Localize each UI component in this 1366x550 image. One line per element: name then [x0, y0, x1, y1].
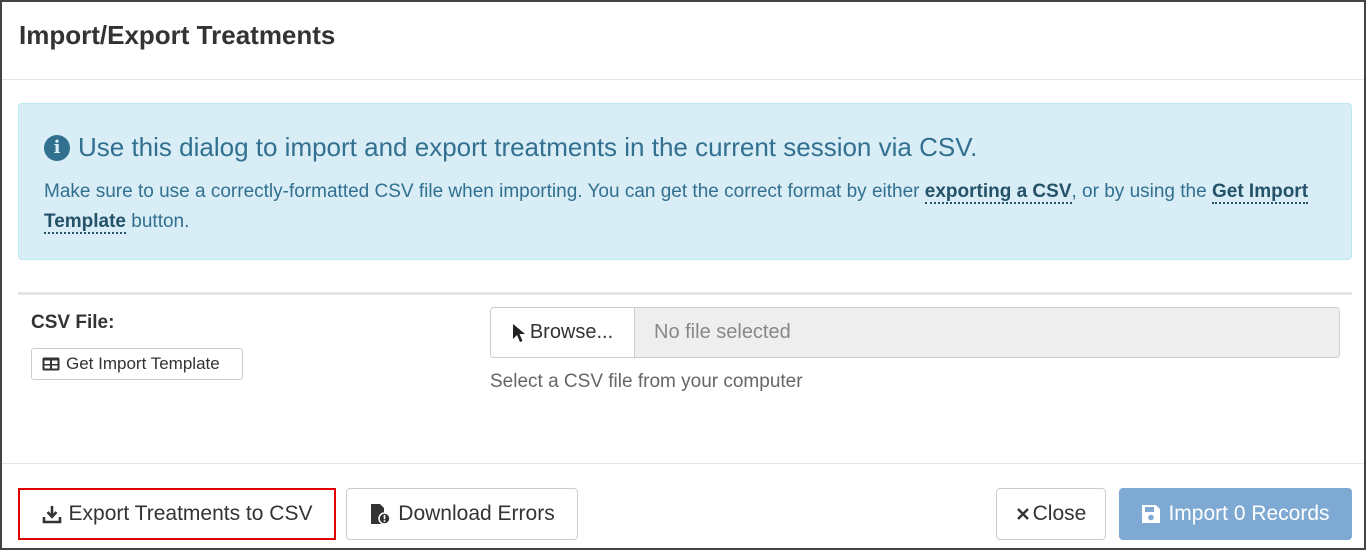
file-error-icon	[369, 503, 392, 525]
info-alert: i Use this dialog to import and export t…	[18, 103, 1352, 260]
file-input-group: Browse... No file selected	[490, 307, 1340, 358]
save-icon	[1141, 504, 1161, 524]
get-import-template-label: Get Import Template	[66, 354, 220, 373]
import-export-dialog: Import/Export Treatments i Use this dial…	[0, 0, 1366, 550]
export-treatments-button[interactable]: Export Treatments to CSV	[18, 488, 336, 540]
csv-file-label: CSV File:	[31, 312, 115, 333]
info-circle-icon: i	[44, 134, 70, 161]
info-text-part3: button.	[126, 211, 190, 232]
browse-button[interactable]: Browse...	[491, 308, 635, 357]
dialog-footer: Export Treatments to CSV Download Errors…	[2, 463, 1364, 550]
mouse-pointer-icon	[512, 323, 526, 343]
info-text-part1: Make sure to use a correctly-formatted C…	[44, 181, 925, 202]
close-button[interactable]: Close	[996, 488, 1106, 540]
import-records-button[interactable]: Import 0 Records	[1119, 488, 1352, 540]
dialog-header: Import/Export Treatments	[2, 2, 1364, 80]
file-name-display[interactable]: No file selected	[635, 308, 1339, 357]
download-errors-button[interactable]: Download Errors	[346, 488, 578, 540]
info-description: Make sure to use a correctly-formatted C…	[44, 177, 1334, 237]
info-heading-text: Use this dialog to import and export tre…	[78, 132, 978, 162]
close-label: Close	[1032, 502, 1087, 525]
info-heading: i Use this dialog to import and export t…	[44, 132, 977, 163]
info-text-part2: , or by using the	[1071, 181, 1212, 202]
table-icon	[42, 357, 60, 371]
file-help-text: Select a CSV file from your computer	[490, 371, 803, 392]
download-errors-label: Download Errors	[398, 502, 555, 525]
import-records-label: Import 0 Records	[1168, 502, 1330, 525]
export-treatments-label: Export Treatments to CSV	[68, 502, 313, 525]
section-divider	[18, 292, 1352, 295]
download-icon	[42, 504, 62, 524]
exporting-csv-link[interactable]: exporting a CSV	[924, 181, 1072, 204]
dialog-title: Import/Export Treatments	[19, 20, 336, 50]
close-icon	[1016, 507, 1030, 521]
browse-label: Browse...	[529, 321, 614, 343]
get-import-template-button[interactable]: Get Import Template	[31, 348, 243, 380]
